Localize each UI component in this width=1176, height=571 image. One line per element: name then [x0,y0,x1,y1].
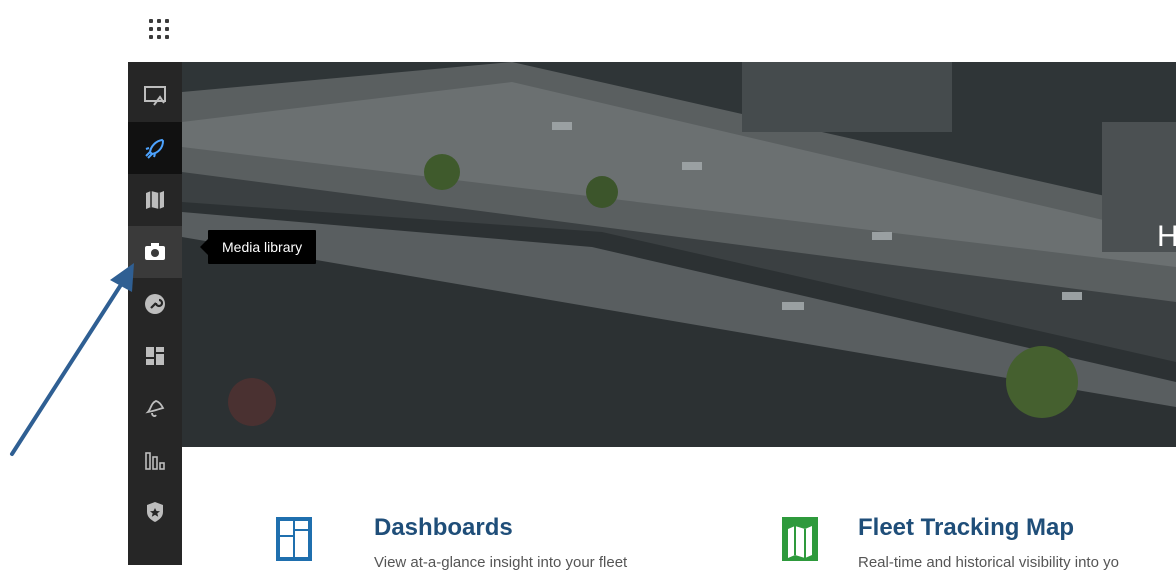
bar-chart-icon [145,452,165,470]
rocket-icon [145,138,165,159]
dashboard-icon [146,347,164,365]
dashboards-card-description: View at-a-glance insight into your fleet [374,554,628,571]
app-launcher-icon[interactable] [144,14,174,44]
shield-icon [147,502,163,522]
presentation-screen-icon [144,86,166,106]
sidebar-item-presentation[interactable] [128,70,182,122]
fleet-tracking-map-card-description: Real-time and historical visibility into… [858,554,1119,571]
map-icon [146,191,164,209]
sidebar-item-getting-started[interactable] [128,122,182,174]
sidebar-item-reports[interactable] [128,434,182,486]
tooltip-media-library: Media library [199,230,317,264]
hero-title: H [1157,220,1176,253]
sidebar [128,62,182,565]
sidebar-item-security[interactable] [128,486,182,538]
sidebar-item-tools[interactable] [128,278,182,330]
bell-icon [145,400,165,417]
hero-background-image [182,62,1176,447]
hero-banner: H [182,62,1176,447]
sidebar-item-media-library[interactable] [128,226,182,278]
wrench-icon [145,294,165,314]
sidebar-item-map[interactable] [128,174,182,226]
fleet-tracking-map-card-title[interactable]: Fleet Tracking Map [858,514,1074,542]
sidebar-item-dashboards[interactable] [128,330,182,382]
camera-icon [145,243,165,260]
dashboards-card-icon [276,517,312,561]
sidebar-item-alerts[interactable] [128,382,182,434]
fleet-tracking-map-card-icon [782,517,818,561]
dashboards-card-title[interactable]: Dashboards [374,514,513,542]
